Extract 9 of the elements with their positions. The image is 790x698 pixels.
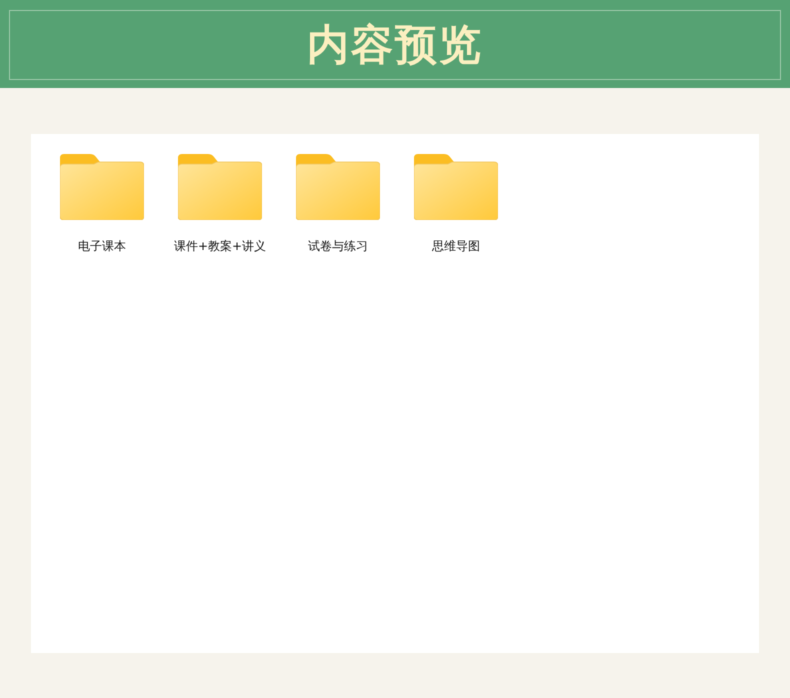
folder-label[interactable]: 电子课本 (78, 238, 126, 255)
folder-icon[interactable] (414, 154, 498, 220)
page-title: 内容预览 (307, 24, 483, 66)
folder-label[interactable]: 试卷与练习 (308, 238, 368, 255)
folder-label[interactable]: 思维导图 (432, 238, 480, 255)
folder-icon[interactable] (60, 154, 144, 220)
folder-icon[interactable] (296, 154, 380, 220)
folder-icon[interactable] (178, 154, 262, 220)
folder-label[interactable]: 课件+教案+讲义 (174, 238, 266, 255)
